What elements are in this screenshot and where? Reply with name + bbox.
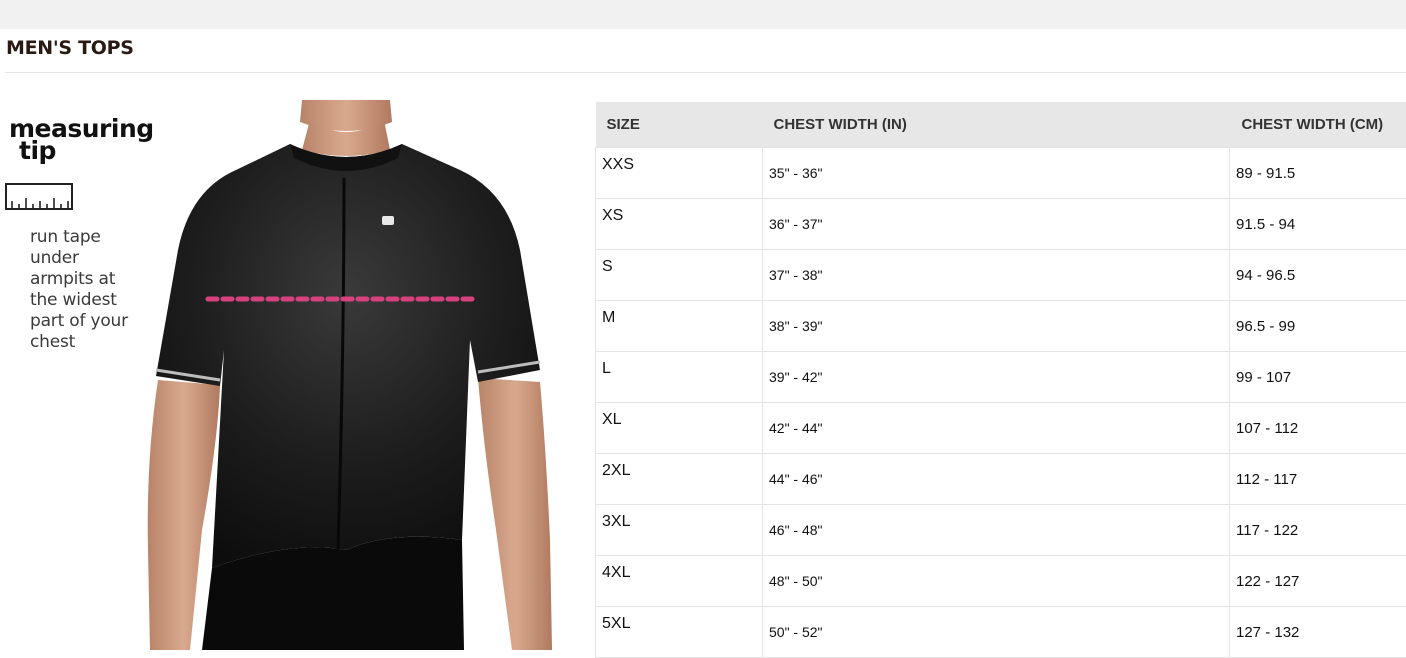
cm-cell: 91.5 - 94 [1230, 199, 1406, 250]
size-cell: 4XL [596, 556, 763, 607]
in-cell: 44" - 46" [763, 454, 1230, 505]
table-row: 2XL44" - 46"112 - 117 [596, 454, 1406, 505]
size-cell: 3XL [596, 505, 763, 556]
in-cell: 37" - 38" [763, 250, 1230, 301]
table-row: S37" - 38"94 - 96.5 [596, 250, 1406, 301]
cm-cell: 122 - 127 [1230, 556, 1406, 607]
size-chart-table: SIZE CHEST WIDTH (IN) CHEST WIDTH (CM) X… [595, 102, 1406, 658]
size-cell: XS [596, 199, 763, 250]
size-cell: S [596, 250, 763, 301]
in-cell: 48" - 50" [763, 556, 1230, 607]
table-row: 3XL46" - 48"117 - 122 [596, 505, 1406, 556]
table-row: XS36" - 37"91.5 - 94 [596, 199, 1406, 250]
cm-cell: 117 - 122 [1230, 505, 1406, 556]
in-cell: 42" - 44" [763, 403, 1230, 454]
in-cell: 36" - 37" [763, 199, 1230, 250]
in-cell: 38" - 39" [763, 301, 1230, 352]
cm-cell: 94 - 96.5 [1230, 250, 1406, 301]
table-row: XL42" - 44"107 - 112 [596, 403, 1406, 454]
table-row: M38" - 39"96.5 - 99 [596, 301, 1406, 352]
size-cell: 2XL [596, 454, 763, 505]
table-row: 4XL48" - 50"122 - 127 [596, 556, 1406, 607]
tip-line: armpits at [30, 269, 150, 290]
size-cell: XXS [596, 148, 763, 199]
header-chest-in: CHEST WIDTH (IN) [763, 102, 1230, 148]
in-cell: 35" - 36" [763, 148, 1230, 199]
cm-cell: 99 - 107 [1230, 352, 1406, 403]
measuring-tip-instructions: run tape under armpits at the widest par… [30, 227, 150, 353]
jersey-model-illustration [140, 100, 560, 650]
tip-line: the widest [30, 290, 150, 311]
ruler-icon [5, 182, 75, 212]
cm-cell: 107 - 112 [1230, 403, 1406, 454]
header-size: SIZE [596, 102, 763, 148]
tip-line: chest [30, 332, 150, 353]
table-row: XXS35" - 36"89 - 91.5 [596, 148, 1406, 199]
section-title: MEN'S TOPS [6, 37, 134, 59]
tip-heading-line2: tip [9, 140, 154, 162]
table-row: L39" - 42"99 - 107 [596, 352, 1406, 403]
size-cell: L [596, 352, 763, 403]
tip-line: run tape [30, 227, 150, 248]
top-bar [0, 0, 1406, 29]
tip-line: under [30, 248, 150, 269]
size-cell: M [596, 301, 763, 352]
table-header-row: SIZE CHEST WIDTH (IN) CHEST WIDTH (CM) [596, 102, 1406, 148]
cm-cell: 96.5 - 99 [1230, 301, 1406, 352]
cm-cell: 112 - 117 [1230, 454, 1406, 505]
cm-cell: 89 - 91.5 [1230, 148, 1406, 199]
measuring-tip-heading: measuring tip [9, 118, 154, 162]
title-divider [5, 72, 1406, 73]
in-cell: 46" - 48" [763, 505, 1230, 556]
in-cell: 39" - 42" [763, 352, 1230, 403]
header-chest-cm: CHEST WIDTH (CM) [1230, 102, 1406, 148]
tip-line: part of your [30, 311, 150, 332]
size-cell: XL [596, 403, 763, 454]
